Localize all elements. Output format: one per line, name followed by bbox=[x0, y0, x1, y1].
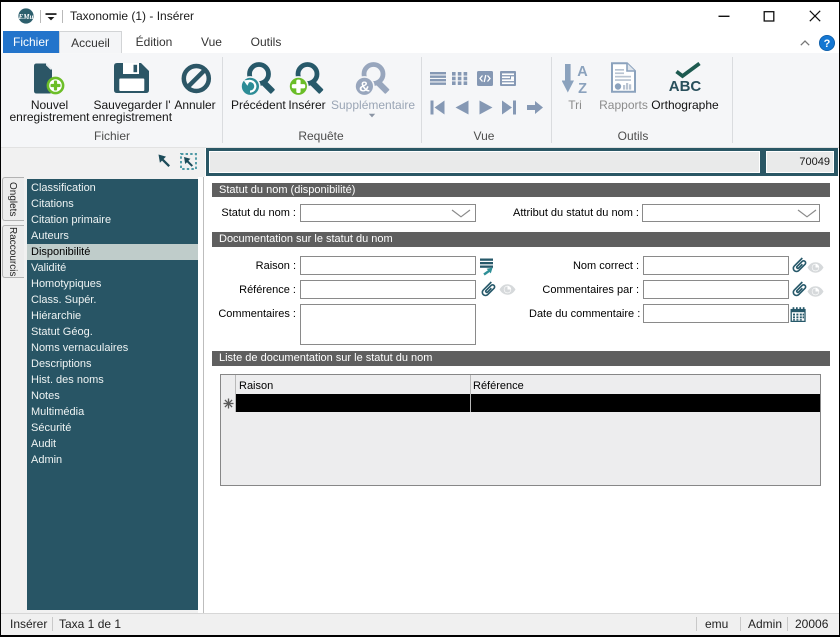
svg-text:EMu: EMu bbox=[18, 13, 33, 21]
svg-text:ABC: ABC bbox=[669, 78, 702, 93]
svg-text:Z: Z bbox=[578, 81, 587, 94]
svg-text:&: & bbox=[359, 79, 370, 96]
svg-text:A: A bbox=[577, 64, 588, 80]
svg-text:?: ? bbox=[824, 38, 831, 50]
